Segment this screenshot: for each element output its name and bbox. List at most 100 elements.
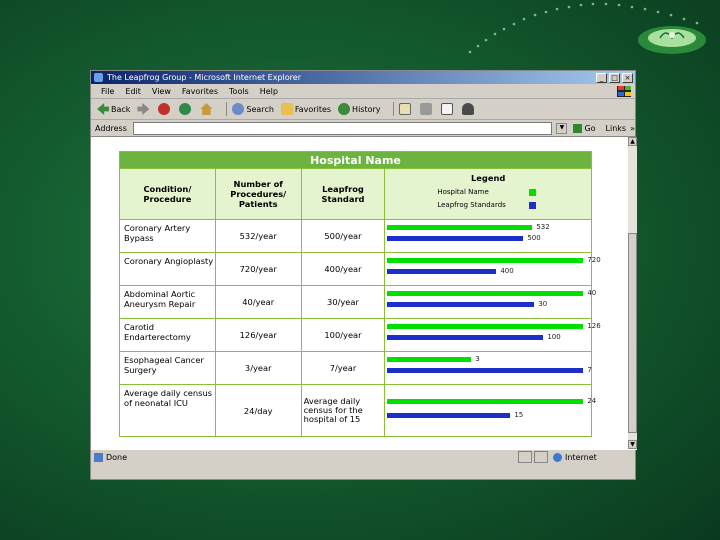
condition-cell: Coronary Angioplasty (119, 252, 216, 286)
stop-button[interactable] (158, 103, 172, 115)
condition-cell: Abdominal Aortic Aneurysm Repair (119, 285, 216, 319)
procedure-count-cell: 40/year (214, 285, 302, 319)
search-label: Search (246, 104, 274, 114)
decorative-dot-arc (468, 2, 699, 54)
internet-explorer-icon (94, 73, 103, 82)
edit-button[interactable] (440, 103, 455, 115)
minimize-button[interactable]: _ (596, 72, 607, 83)
bar-chart-cell: 40 30 (384, 285, 596, 319)
browser-window: The Leapfrog Group - Microsoft Internet … (90, 70, 637, 480)
page-content: Hospital Name Condition/ Procedure Numbe… (91, 137, 628, 449)
status-text: Done (106, 452, 128, 462)
procedure-count-cell: 24/day (214, 384, 302, 437)
favorites-button[interactable]: Favorites (280, 103, 331, 115)
search-button[interactable]: Search (232, 103, 274, 115)
bar-chart-cell: 532 500 (384, 219, 592, 253)
hospital-bar-label: 126 (587, 322, 601, 330)
standard-header: Leapfrog Standard (300, 168, 386, 220)
scroll-up-icon[interactable]: ▲ (628, 137, 637, 146)
lily-pad-logo (638, 26, 706, 54)
bar-chart-cell: 24 15 (384, 384, 596, 437)
chevron-right-icon[interactable]: » (630, 124, 635, 133)
hospital-comparison-table: Hospital Name Condition/ Procedure Numbe… (119, 151, 601, 437)
forward-arrow-icon (137, 103, 150, 115)
messenger-button[interactable] (461, 103, 476, 115)
refresh-icon (179, 103, 192, 115)
hospital-bar-label: 532 (536, 223, 550, 231)
hospital-bar-label: 3 (475, 355, 480, 363)
menu-view[interactable]: View (152, 87, 171, 96)
leapfrog-bar-label: 100 (547, 333, 561, 341)
table-row: Carotid Endarterectomy 126/year 100/year 12… (119, 318, 601, 352)
mail-button[interactable] (398, 103, 413, 115)
window-title: The Leapfrog Group - Microsoft Internet … (107, 73, 301, 82)
scroll-down-icon[interactable]: ▼ (628, 440, 637, 449)
address-input[interactable] (132, 121, 553, 135)
menu-tools[interactable]: Tools (229, 87, 249, 96)
maximize-button[interactable]: □ (609, 72, 620, 83)
table-row: Coronary Artery Bypass 532/year 500/year 53… (119, 219, 592, 253)
status-pane (534, 451, 548, 463)
leapfrog-bar-label: 30 (538, 300, 548, 308)
table-row: Coronary Angioplasty 720/year 400/year 720 4… (119, 252, 601, 286)
legend-swatch-leapfrog (529, 201, 537, 209)
menu-help[interactable]: Help (260, 87, 278, 96)
procedure-count-cell: 720/year (214, 252, 302, 286)
status-pane (518, 451, 532, 463)
go-button[interactable]: Go (573, 123, 596, 133)
back-button[interactable]: Back (97, 103, 130, 115)
stop-icon (158, 103, 171, 115)
legend: Legend Hospital Name Leapfrog Standards (384, 168, 592, 220)
print-button[interactable] (419, 103, 434, 115)
mail-icon (398, 103, 411, 115)
number-header: Number of Procedures/ Patients (214, 168, 302, 220)
history-icon (338, 103, 351, 115)
security-zone: Internet (550, 452, 597, 462)
hospital-bar (387, 324, 584, 329)
hospital-bar-label: 40 (587, 289, 597, 297)
table-row: Esophageal Cancer Surgery 3/year 7/year 3 7 (119, 351, 592, 385)
leapfrog-bar (387, 413, 511, 418)
menu-favorites[interactable]: Favorites (182, 87, 218, 96)
procedure-count-cell: 126/year (214, 318, 302, 352)
globe-icon (553, 452, 562, 462)
bar-chart-cell: 37 (384, 351, 592, 385)
address-bar: Address ▼ Go Links » (91, 120, 635, 137)
leapfrog-bar (387, 236, 524, 241)
toolbar-separator (392, 102, 394, 116)
history-button[interactable]: History (338, 103, 381, 115)
hospital-bar (387, 291, 584, 296)
messenger-people-icon (461, 103, 474, 115)
close-button[interactable]: × (622, 72, 633, 83)
legend-title: Legend (471, 173, 506, 183)
address-dropdown-icon[interactable]: ▼ (556, 122, 568, 134)
menu-edit[interactable]: Edit (125, 87, 141, 96)
scroll-thumb[interactable] (628, 233, 637, 433)
leapfrog-standard-cell: 500/year (300, 219, 386, 253)
windows-logo-icon (617, 85, 631, 97)
vertical-scrollbar[interactable]: ▲ ▼ (628, 137, 637, 449)
page-done-icon (94, 452, 103, 462)
table-row: Abdominal Aortic Aneurysm Repair 40/year 3… (119, 285, 596, 319)
status-bar: Done Internet (91, 449, 637, 464)
legend-swatch-hospital (529, 188, 537, 196)
hospital-bar (387, 399, 584, 404)
title-bar: The Leapfrog Group - Microsoft Internet … (91, 71, 635, 84)
home-icon (200, 103, 213, 115)
links-button[interactable]: Links (606, 124, 627, 133)
condition-header: Condition/ Procedure (119, 168, 216, 220)
condition-cell: Average daily census of neonatal ICU (119, 384, 216, 437)
forward-button[interactable] (137, 103, 151, 115)
menu-file[interactable]: File (101, 87, 114, 96)
leapfrog-bar (387, 302, 535, 307)
leapfrog-standard-cell: Average daily census for the hospital of… (300, 384, 386, 437)
back-label: Back (111, 104, 131, 114)
home-button[interactable] (200, 103, 214, 115)
leapfrog-standard-cell: 400/year (300, 252, 386, 286)
edit-page-icon (440, 103, 453, 115)
refresh-button[interactable] (179, 103, 193, 115)
leapfrog-bar-label: 15 (514, 411, 524, 419)
menu-bar: File Edit View Favorites Tools Help (91, 84, 635, 99)
standard-toolbar: Back Search Favorites History (91, 99, 635, 120)
hospital-bar-label: 24 (587, 397, 597, 405)
